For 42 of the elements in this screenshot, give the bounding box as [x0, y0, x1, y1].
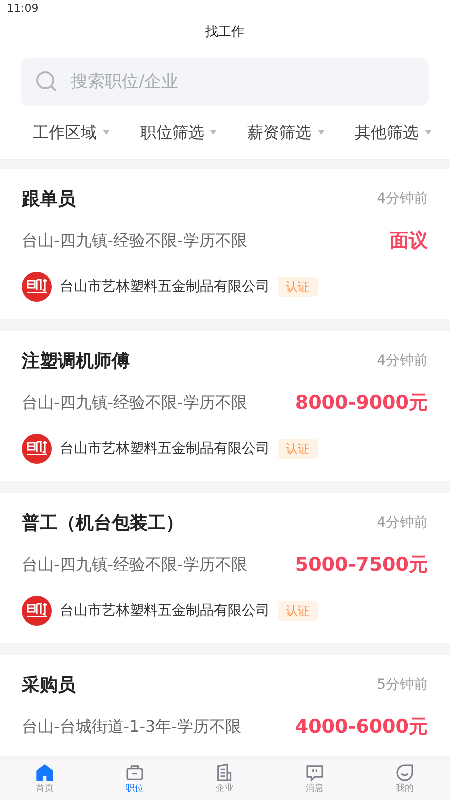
job-details: 台山-四九镇-经验不限-学历不限	[22, 230, 248, 252]
job-details: 台山-四九镇-经验不限-学历不限	[22, 392, 248, 414]
tab-item[interactable]: 职位	[100, 763, 170, 797]
filter-dropdown[interactable]: 其他筛选	[354, 120, 432, 144]
company-logo-icon	[22, 596, 52, 626]
verified-badge: 认证	[278, 439, 318, 459]
job-title: 跟单员	[22, 188, 76, 212]
filter-dropdown[interactable]: 职位筛选	[140, 120, 218, 144]
salary: 面议	[390, 228, 428, 254]
caret-icon	[210, 130, 218, 135]
salary: 5000-7500元	[295, 552, 428, 578]
filter-dropdown[interactable]: 薪资筛选	[248, 120, 325, 144]
job-title: 采购员	[22, 674, 76, 698]
job-card[interactable]: 跟单员 4分钟前 台山-四九镇-经验不限-学历不限 面议 台山市艺林塑料五金制品有限公司 认证	[0, 169, 450, 319]
caret-icon	[103, 130, 110, 135]
company-logo-icon	[22, 272, 52, 302]
job-card[interactable]: 注塑调机师傅 4分钟前 台山-四九镇-经验不限-学历不限 8000-9000元 台山市艺林塑料五金制品有限公司 认证	[0, 331, 450, 481]
verified-badge: 认证	[278, 277, 318, 297]
company-name: 台山市艺林塑料五金制品有限公司	[60, 440, 270, 458]
page-title: 找工作	[206, 24, 244, 42]
status-time: 11:09	[7, 0, 39, 17]
job-card[interactable]: 采购员 5分钟前 台山-台城街道-1-3年-学历不限 4000-6000元	[0, 655, 450, 756]
job-card[interactable]: 普工（机台包装工） 4分钟前 台山-四九镇-经验不限-学历不限 5000-7500元 台山市艺林塑料五金制品有限公司 认证	[0, 493, 450, 643]
filter-dropdown[interactable]: 工作区域	[33, 120, 110, 144]
verified-badge: 认证	[278, 601, 318, 621]
salary: 4000-6000元	[295, 714, 428, 740]
job-title: 普工（机台包装工）	[22, 512, 184, 536]
company-logo-icon	[22, 434, 52, 464]
caret-icon	[424, 130, 432, 135]
company-name: 台山市艺林塑料五金制品有限公司	[60, 602, 270, 620]
posted-time: 4分钟前	[377, 514, 428, 532]
search-field[interactable]: 搜索职位/企业	[21, 58, 429, 106]
posted-time: 4分钟前	[377, 352, 428, 370]
job-title: 注塑调机师傅	[22, 350, 130, 374]
posted-time: 5分钟前	[377, 676, 428, 694]
company-name: 台山市艺林塑料五金制品有限公司	[60, 278, 270, 296]
job-details: 台山-四九镇-经验不限-学历不限	[22, 554, 248, 576]
job-details: 台山-台城街道-1-3年-学历不限	[22, 716, 242, 738]
caret-icon	[318, 130, 325, 135]
search-icon	[35, 70, 59, 94]
posted-time: 4分钟前	[377, 190, 428, 208]
salary: 8000-9000元	[295, 390, 428, 416]
